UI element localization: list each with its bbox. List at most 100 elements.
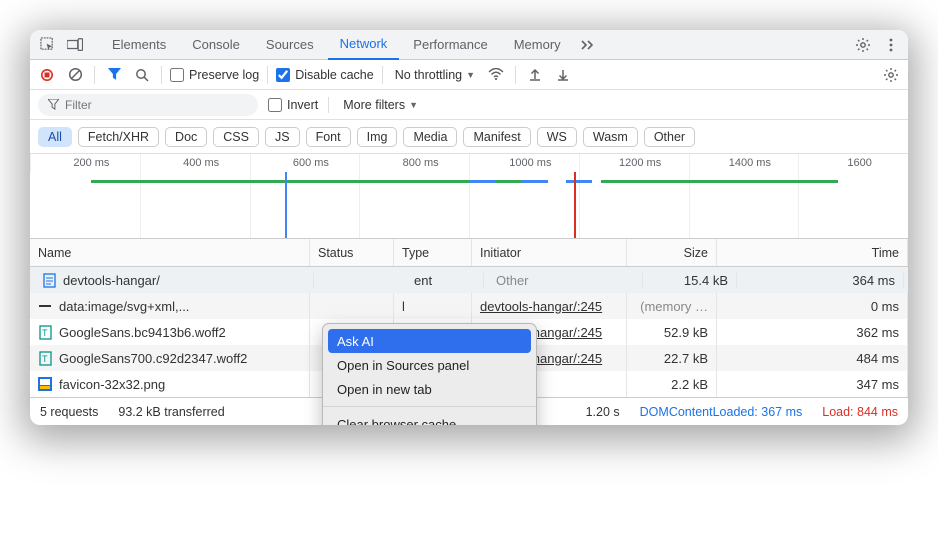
- table-row[interactable]: data:image/svg+xml,...ldevtools-hangar/:…: [30, 293, 908, 319]
- context-menu: Ask AIOpen in Sources panelOpen in new t…: [322, 323, 537, 425]
- chip-js[interactable]: JS: [265, 127, 300, 147]
- dom-marker: [285, 172, 287, 238]
- row-time: 0 ms: [717, 293, 908, 319]
- menu-item-open-in-new-tab[interactable]: Open in new tab: [323, 377, 536, 401]
- tab-sources[interactable]: Sources: [254, 30, 326, 60]
- wifi-icon[interactable]: [485, 64, 507, 86]
- timeline[interactable]: 200 ms400 ms600 ms800 ms1000 ms1200 ms14…: [30, 154, 908, 239]
- filter-placeholder: Filter: [65, 98, 92, 112]
- throttle-select[interactable]: No throttling ▼: [391, 68, 479, 82]
- record-icon[interactable]: [36, 64, 58, 86]
- chip-font[interactable]: Font: [306, 127, 351, 147]
- menu-item-clear-browser-cache[interactable]: Clear browser cache: [323, 412, 536, 425]
- row-time: 362 ms: [717, 319, 908, 345]
- row-size: 15.4 kB: [647, 273, 737, 288]
- row-name: GoogleSans.bc9413b6.woff2: [59, 325, 226, 340]
- font-icon: T: [38, 325, 52, 339]
- row-size: 22.7 kB: [627, 345, 717, 371]
- preserve-log-checkbox[interactable]: Preserve log: [170, 68, 259, 82]
- chip-wasm[interactable]: Wasm: [583, 127, 638, 147]
- funnel-icon: [48, 99, 59, 110]
- download-icon[interactable]: [552, 64, 574, 86]
- menu-item-ask-ai[interactable]: Ask AI: [328, 329, 531, 353]
- more-filters-label: More filters: [343, 98, 405, 112]
- panel-settings-icon[interactable]: [880, 64, 902, 86]
- col-type[interactable]: Type: [394, 239, 472, 266]
- timeline-bar: [522, 180, 548, 183]
- search-icon[interactable]: [131, 64, 153, 86]
- timeline-bar: [91, 180, 469, 183]
- more-filters[interactable]: More filters ▼: [339, 98, 422, 112]
- tab-elements[interactable]: Elements: [100, 30, 178, 60]
- ruler-tick: 1000 ms: [469, 154, 579, 172]
- font-icon: T: [38, 351, 52, 365]
- chip-media[interactable]: Media: [403, 127, 457, 147]
- tab-console[interactable]: Console: [180, 30, 252, 60]
- chip-doc[interactable]: Doc: [165, 127, 207, 147]
- invert-checkbox[interactable]: Invert: [268, 98, 318, 112]
- svg-text:T: T: [42, 354, 48, 364]
- chip-img[interactable]: Img: [357, 127, 398, 147]
- timeline-bar: [495, 180, 521, 183]
- tabs-bar: Elements Console Sources Network Perform…: [30, 30, 908, 60]
- table-row[interactable]: devtools-hangar/entOther15.4 kB364 ms: [30, 267, 908, 293]
- chip-other[interactable]: Other: [644, 127, 695, 147]
- filter-bar: Filter Invert More filters ▼: [30, 90, 908, 120]
- tab-network[interactable]: Network: [328, 30, 400, 60]
- preserve-log-label: Preserve log: [189, 68, 259, 82]
- upload-icon[interactable]: [524, 64, 546, 86]
- ruler-tick: 1200 ms: [579, 154, 689, 172]
- row-initiator[interactable]: devtools-hangar/:245: [472, 293, 627, 319]
- disable-cache-checkbox[interactable]: Disable cache: [276, 68, 374, 82]
- svg-text:T: T: [42, 328, 48, 338]
- ruler-tick: 600 ms: [250, 154, 360, 172]
- col-name[interactable]: Name: [30, 239, 310, 266]
- row-initiator: Other: [488, 273, 643, 288]
- timeline-bar: [469, 180, 495, 183]
- tab-performance[interactable]: Performance: [401, 30, 499, 60]
- row-status: [310, 293, 394, 319]
- row-name: GoogleSans700.c92d2347.woff2: [59, 351, 247, 366]
- summary-finish: 1.20 s: [586, 405, 620, 419]
- summary-load: Load: 844 ms: [822, 405, 898, 419]
- row-time: 364 ms: [741, 273, 904, 288]
- throttle-label: No throttling: [395, 68, 462, 82]
- devtools-window: Elements Console Sources Network Perform…: [30, 30, 908, 425]
- col-status[interactable]: Status: [310, 239, 394, 266]
- img-icon: [38, 377, 52, 391]
- summary-transferred: 93.2 kB transferred: [118, 405, 224, 419]
- chip-all[interactable]: All: [38, 127, 72, 147]
- row-time: 484 ms: [717, 345, 908, 371]
- ruler-tick: 200 ms: [30, 154, 140, 172]
- chip-fetchxhr[interactable]: Fetch/XHR: [78, 127, 159, 147]
- doc-icon: [42, 273, 56, 287]
- clear-icon[interactable]: [64, 64, 86, 86]
- ruler-tick: 800 ms: [359, 154, 469, 172]
- settings-icon[interactable]: [850, 32, 876, 58]
- chip-css[interactable]: CSS: [213, 127, 259, 147]
- row-name: data:image/svg+xml,...: [59, 299, 189, 314]
- filter-icon[interactable]: [103, 64, 125, 86]
- more-tabs-icon[interactable]: [575, 32, 601, 58]
- timeline-waterfall: [30, 172, 908, 238]
- inspect-icon[interactable]: [34, 32, 60, 58]
- col-time[interactable]: Time: [717, 239, 908, 266]
- col-initiator[interactable]: Initiator: [472, 239, 627, 266]
- row-time: 347 ms: [717, 371, 908, 397]
- timeline-bar: [601, 180, 838, 183]
- tab-memory[interactable]: Memory: [502, 30, 573, 60]
- ruler-tick: 1400 ms: [689, 154, 799, 172]
- load-marker: [574, 172, 576, 238]
- row-size: 2.2 kB: [627, 371, 717, 397]
- type-chips: All Fetch/XHR Doc CSS JS Font ImgMedia Manifest…: [30, 120, 908, 154]
- filter-input[interactable]: Filter: [38, 94, 258, 116]
- device-icon[interactable]: [62, 32, 88, 58]
- kebab-icon[interactable]: [878, 32, 904, 58]
- invert-label: Invert: [287, 98, 318, 112]
- chip-ws[interactable]: WS: [537, 127, 577, 147]
- chip-manifest[interactable]: Manifest: [463, 127, 530, 147]
- table-header[interactable]: Name Status Type Initiator Size Time: [30, 239, 908, 267]
- col-size[interactable]: Size: [627, 239, 717, 266]
- dash-icon: [38, 299, 52, 313]
- menu-item-open-in-sources-panel[interactable]: Open in Sources panel: [323, 353, 536, 377]
